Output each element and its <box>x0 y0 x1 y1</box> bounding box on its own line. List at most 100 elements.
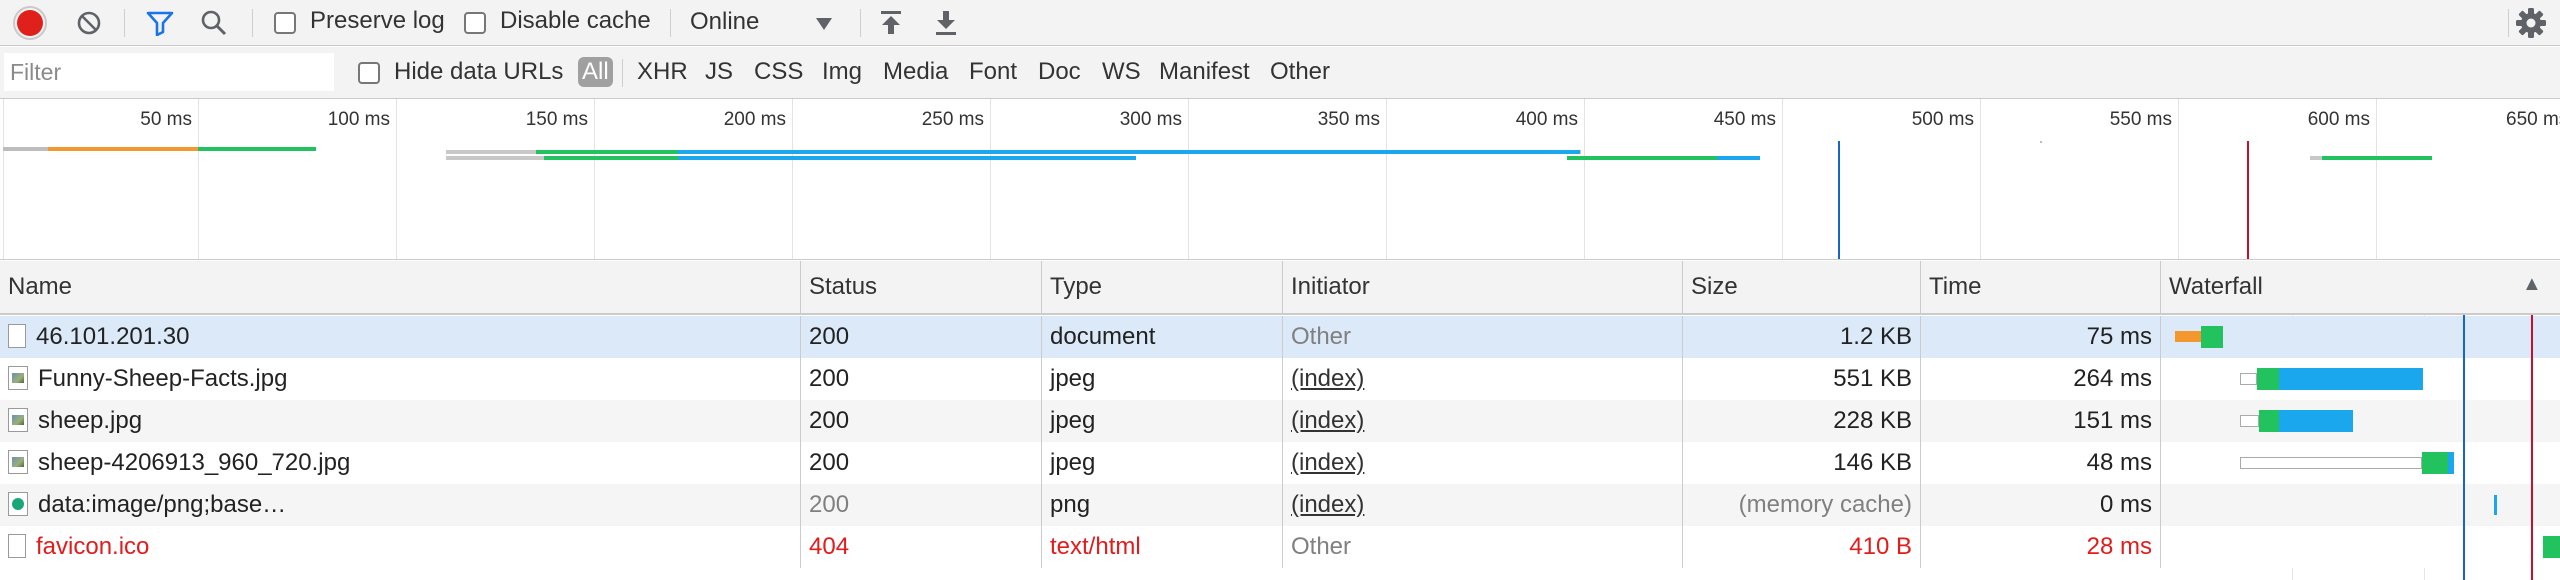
clear-icon[interactable] <box>77 11 101 35</box>
toolbar-divider <box>2508 9 2509 37</box>
type-filter-css[interactable]: CSS <box>754 57 803 87</box>
initiator-link[interactable]: (index) <box>1291 407 1364 434</box>
size-cell: 1.2 KB <box>1683 316 1921 358</box>
type-cell: jpeg <box>1042 442 1283 484</box>
document-icon <box>8 533 26 558</box>
overview-tick-label: 300 ms <box>1119 109 1182 130</box>
column-header-name[interactable]: Name <box>0 261 801 313</box>
column-header-time[interactable]: Time <box>1921 261 2161 313</box>
request-name-cell: Funny-Sheep-Facts.jpg <box>0 358 801 400</box>
type-cell: jpeg <box>1042 358 1283 400</box>
filter-divider <box>622 59 623 87</box>
overview-gridline <box>990 99 991 259</box>
toolbar-divider <box>124 9 125 37</box>
overview-gridline <box>198 99 199 259</box>
waterfall-bar-stalled <box>2240 457 2422 469</box>
overview-tick-label: 600 ms <box>2307 109 2370 130</box>
type-cell: document <box>1042 316 1283 358</box>
overview-tick-label: 500 ms <box>1911 109 1974 130</box>
overview-gridline <box>1386 99 1387 259</box>
throttling-value: Online <box>690 8 760 35</box>
type-filter-font[interactable]: Font <box>969 57 1017 87</box>
overview-tick-label: 100 ms <box>327 109 390 130</box>
upload-icon[interactable] <box>879 9 903 37</box>
table-row[interactable]: sheep.jpg 200 jpeg (index) 228 KB 151 ms <box>0 400 2560 442</box>
column-header-status[interactable]: Status <box>801 261 1042 313</box>
record-icon[interactable] <box>17 10 43 36</box>
request-name: sheep-4206913_960_720.jpg <box>38 449 351 476</box>
waterfall-bar-waiting <box>2422 452 2448 474</box>
initiator-cell: (index) <box>1283 442 1683 484</box>
type-filter-all[interactable]: All <box>578 57 613 87</box>
time-cell: 28 ms <box>1921 526 2161 568</box>
table-row[interactable]: Funny-Sheep-Facts.jpg 200 jpeg (index) 5… <box>0 358 2560 400</box>
type-filter-img[interactable]: Img <box>822 57 862 87</box>
network-toolbar: Preserve log Disable cache Online <box>0 0 2560 46</box>
type-filter-xhr[interactable]: XHR <box>637 57 688 87</box>
type-filter-doc[interactable]: Doc <box>1038 57 1081 87</box>
initiator-cell: (index) <box>1283 484 1683 526</box>
initiator-link[interactable]: (index) <box>1291 491 1364 518</box>
time-cell: 75 ms <box>1921 316 2161 358</box>
type-filter-other[interactable]: Other <box>1270 57 1330 87</box>
overview-bar-stalled <box>2310 156 2322 160</box>
table-row[interactable]: data:image/png;base… 200 png (index) (me… <box>0 484 2560 526</box>
image-icon <box>8 407 28 432</box>
request-name-cell: 46.101.201.30 <box>0 316 801 358</box>
type-filter-js[interactable]: JS <box>705 57 733 87</box>
overview-gridline <box>1584 99 1585 259</box>
overview-bar-download <box>678 156 1136 160</box>
status-cell: 200 <box>801 358 1042 400</box>
data-image-icon <box>8 491 28 516</box>
search-icon[interactable] <box>200 9 228 37</box>
overview-gridline <box>594 99 595 259</box>
time-cell: 0 ms <box>1921 484 2161 526</box>
table-row[interactable]: sheep-4206913_960_720.jpg 200 jpeg (inde… <box>0 442 2560 484</box>
request-name-cell: sheep.jpg <box>0 400 801 442</box>
initiator-link[interactable]: (index) <box>1291 449 1364 476</box>
overview-tick-label: 350 ms <box>1317 109 1380 130</box>
overview-tick-label: 650 ms <box>2506 109 2560 130</box>
disable-cache-checkbox[interactable] <box>464 12 486 34</box>
throttling-select[interactable]: Online <box>680 4 840 42</box>
download-icon[interactable] <box>934 9 958 37</box>
request-name-cell: data:image/png;base… <box>0 484 801 526</box>
overview-gridline <box>1980 99 1981 259</box>
overview-tick-label: 250 ms <box>921 109 984 130</box>
column-header-waterfall[interactable]: Waterfall <box>2161 261 2560 313</box>
overview-bar-queue <box>48 147 198 151</box>
document-icon <box>8 323 26 348</box>
overview-bar-waiting <box>198 147 316 151</box>
initiator-cell: (index) <box>1283 400 1683 442</box>
dom-content-loaded-marker <box>1838 141 1840 259</box>
type-filter-media[interactable]: Media <box>883 57 948 87</box>
type-cell: jpeg <box>1042 400 1283 442</box>
gear-icon[interactable] <box>2515 7 2547 39</box>
type-filter-manifest[interactable]: Manifest <box>1159 57 1250 87</box>
timeline-overview[interactable]: 50 ms 100 ms 150 ms 200 ms 250 ms 300 ms… <box>0 99 2560 260</box>
column-header-size[interactable]: Size <box>1683 261 1921 313</box>
overview-bar-download <box>678 150 1580 154</box>
type-filter-ws[interactable]: WS <box>1102 57 1141 87</box>
waterfall-bar-download <box>2448 452 2454 474</box>
column-header-initiator[interactable]: Initiator <box>1283 261 1683 313</box>
table-row[interactable]: favicon.ico 404 text/html Other 410 B 28… <box>0 526 2560 568</box>
column-header-type[interactable]: Type <box>1042 261 1283 313</box>
overview-gridline <box>792 99 793 259</box>
toolbar-divider <box>670 9 671 37</box>
overview-gridline <box>2178 99 2179 259</box>
requests-table-header: Name Status Type Initiator Size Time Wat… <box>0 261 2560 315</box>
image-icon <box>8 449 28 474</box>
initiator-cell: Other <box>1283 526 1683 568</box>
hide-data-urls-label: Hide data URLs <box>394 58 564 85</box>
filter-input[interactable] <box>4 53 334 91</box>
image-icon <box>8 365 28 390</box>
initiator-link[interactable]: (index) <box>1291 365 1364 392</box>
filter-icon[interactable] <box>146 10 174 37</box>
hide-data-urls-checkbox[interactable] <box>358 62 380 84</box>
waterfall-bar-queue <box>2175 331 2201 342</box>
sort-ascending-icon[interactable]: ▲ <box>2522 273 2542 296</box>
preserve-log-checkbox[interactable] <box>274 12 296 34</box>
overview-gridline <box>1782 99 1783 259</box>
table-row[interactable]: 46.101.201.30 200 document Other 1.2 KB … <box>0 316 2560 358</box>
